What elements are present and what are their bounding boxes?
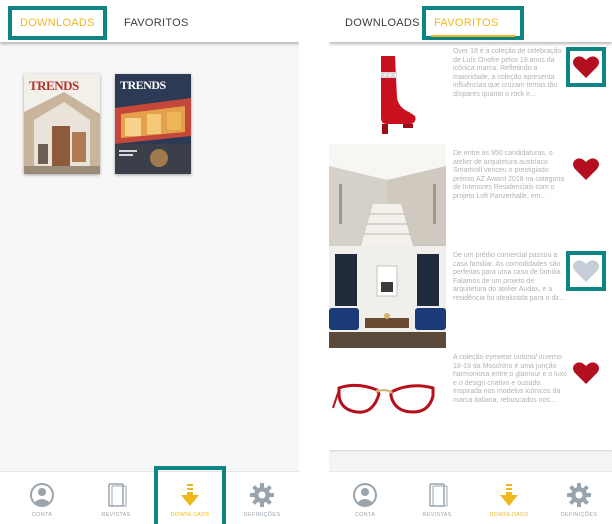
list-item[interactable]: Over 18 é a coleção de cele­bração de Lu… (329, 42, 612, 144)
magazine-icon (429, 483, 448, 507)
list-item[interactable]: A coleção eyewear outono/ inverno 18-19 … (329, 348, 612, 450)
favorite-heart-icon[interactable] (571, 154, 601, 184)
nav-revistas[interactable]: REVISTAS (86, 472, 146, 524)
downloads-screen: DOWNLOADS FAVORITOS TRENDS TRENDS CONTA … (0, 0, 299, 524)
magazine-icon (108, 483, 127, 507)
nav-downloads[interactable]: DOWNLOADS (479, 472, 539, 524)
bottom-navigation: CONTA REVISTAS DOWNLOADS DEFINIÇÕES (0, 466, 299, 524)
item-excerpt: A coleção eyewear outono/ inverno 18-19 … (453, 354, 568, 404)
living-room-interior-image (329, 246, 446, 348)
magazine-masthead: TRENDS (120, 78, 166, 92)
active-tab-underline (431, 35, 515, 37)
red-boot-image (329, 42, 446, 144)
nav-definicoes[interactable]: DEFINIÇÕES (549, 472, 609, 524)
person-icon (353, 483, 377, 507)
item-excerpt: De um prédio comercial passou a casa fam… (453, 252, 565, 302)
tab-favoritos[interactable]: FAVORITOS (118, 12, 195, 34)
magazine-cover-2[interactable]: TRENDS (115, 74, 191, 174)
tab-downloads[interactable]: DOWNLOADS (8, 6, 107, 40)
item-excerpt: Over 18 é a coleção de cele­bração de Lu… (453, 48, 562, 98)
download-arrow-icon (181, 484, 199, 506)
red-eyeglasses-image (329, 348, 446, 450)
list-item[interactable]: De um prédio comercial passou a casa fam… (329, 246, 612, 348)
favoritos-screen: DOWNLOADS FAVORITOS Over 18 é a coleção … (329, 0, 612, 524)
tab-bar: DOWNLOADS FAVORITOS (329, 0, 612, 42)
nav-conta[interactable]: CONTA (12, 472, 72, 524)
favorites-list: Over 18 é a coleção de cele­bração de Lu… (329, 42, 612, 472)
white-staircase-interior-image (329, 144, 446, 246)
favorite-heart-icon[interactable] (566, 251, 606, 291)
magazine-cover-1[interactable]: TRENDS (24, 74, 100, 174)
tab-bar: DOWNLOADS FAVORITOS (0, 0, 299, 42)
downloads-content: TRENDS TRENDS (0, 42, 299, 472)
nav-conta[interactable]: CONTA (335, 472, 395, 524)
tab-downloads[interactable]: DOWNLOADS (339, 12, 426, 34)
favorite-heart-icon[interactable] (566, 47, 606, 87)
tab-favoritos[interactable]: FAVORITOS (422, 6, 524, 40)
person-icon (30, 483, 54, 507)
nav-definicoes[interactable]: DEFINIÇÕES (232, 472, 292, 524)
screen-gutter (299, 0, 329, 524)
nav-revistas[interactable]: REVISTAS (407, 472, 467, 524)
nav-downloads[interactable]: DOWNLOADS (154, 466, 226, 524)
bottom-navigation: CONTA REVISTAS DOWNLOADS DEFINIÇÕES (329, 471, 612, 524)
gear-icon (250, 483, 274, 507)
magazine-masthead: TRENDS (29, 78, 79, 93)
item-excerpt: De entre as 950 candidatu­ras, o atelier… (453, 150, 565, 200)
favorite-heart-icon[interactable] (571, 358, 601, 388)
download-arrow-icon (500, 484, 518, 506)
gear-icon (567, 483, 591, 507)
list-item[interactable]: De entre as 950 candidatu­ras, o atelier… (329, 144, 612, 246)
